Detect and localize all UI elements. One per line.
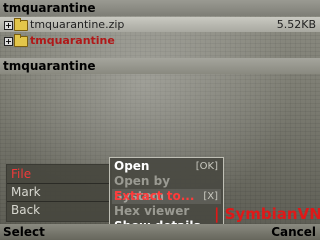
menu-item-mark[interactable]: Mark: [11, 183, 41, 201]
list-item-folder[interactable]: + tmquarantine: [0, 33, 320, 48]
folder-icon: [14, 18, 28, 31]
select-softkey[interactable]: Select: [3, 224, 45, 240]
submenu-item-hex-viewer[interactable]: Hex viewer: [112, 204, 221, 219]
submenu-item-label: Open: [114, 159, 150, 173]
cancel-softkey[interactable]: Cancel: [271, 224, 316, 240]
softkey-bar: Select Cancel: [0, 224, 320, 240]
window-title: tmquarantine: [0, 0, 320, 16]
list-item-zip[interactable]: + tmquarantine.zip 5.52KB: [0, 17, 320, 32]
folder-icon: [14, 34, 28, 47]
expand-icon[interactable]: +: [4, 21, 13, 30]
submenu-item-extract-to[interactable]: Extract to... [X]: [112, 189, 221, 204]
expand-icon[interactable]: +: [4, 37, 13, 46]
submenu-item-shortcut: [X]: [203, 191, 218, 202]
list-item-label: tmquarantine.zip: [30, 18, 125, 31]
list-item-label: tmquarantine: [30, 34, 115, 47]
menu-item-back[interactable]: Back: [11, 201, 40, 219]
submenu-item-label: Extract to...: [114, 189, 195, 203]
file-size: 5.52KB: [276, 18, 316, 31]
submenu-item-shortcut: [OK]: [195, 161, 218, 172]
submenu-item-open-by-system[interactable]: Open by System: [112, 174, 221, 203]
section-title: tmquarantine: [0, 58, 320, 74]
watermark: | SymbianVN |: [214, 205, 320, 223]
submenu-item-label: Hex viewer: [114, 204, 190, 218]
options-menu: File Mark Back: [6, 164, 112, 222]
submenu-item-open[interactable]: Open [OK]: [112, 159, 221, 174]
menu-item-file[interactable]: File: [11, 165, 31, 183]
